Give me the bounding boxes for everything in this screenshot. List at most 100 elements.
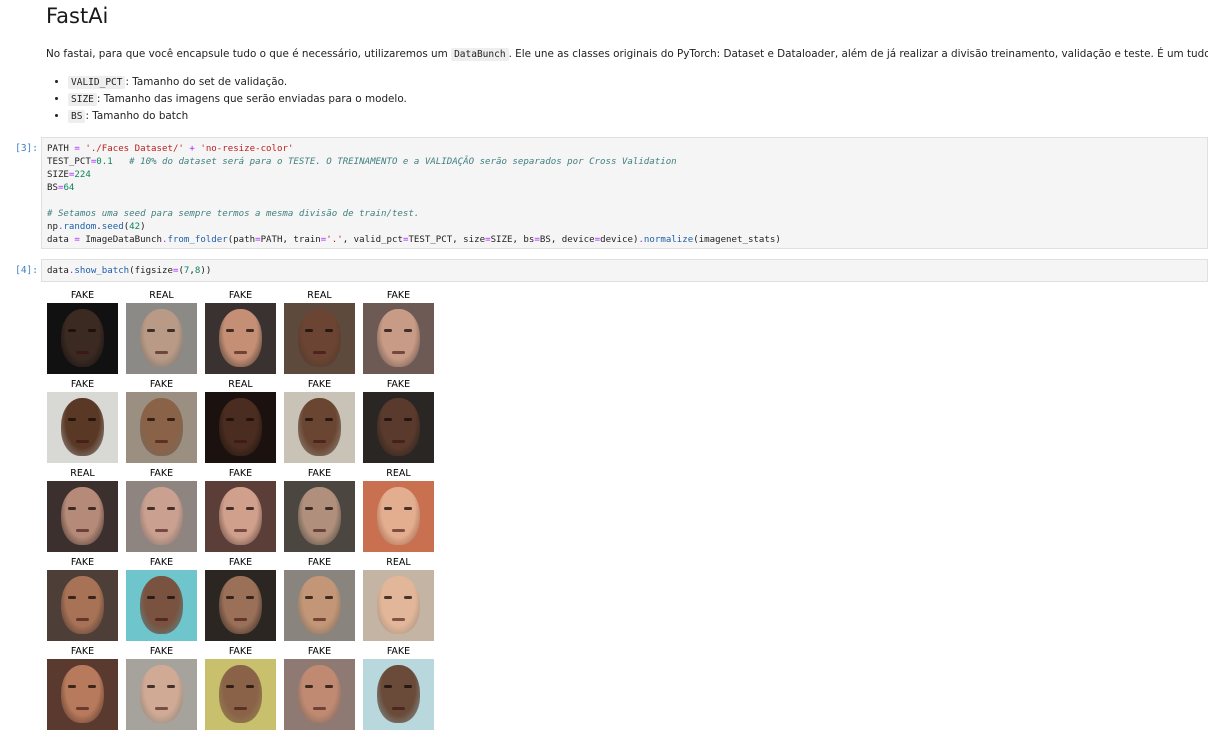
inline-code-databunch: DataBunch [451,48,509,61]
face-shape [219,309,262,367]
face-eye [305,329,313,332]
face-eye [325,507,333,510]
code-editor[interactable]: data.show_batch(figsize=(7,8)) [42,260,1207,278]
batch-image-label: REAL [386,468,411,479]
batch-image-label: FAKE [228,646,253,657]
batch-image-item: FAKE [363,378,434,467]
batch-image-label: REAL [70,468,95,479]
cell-prompt-3: [3]: [15,143,38,154]
code-editor[interactable]: PATH = './Faces Dataset/' + 'no-resize-c… [42,138,1207,247]
batch-image-item: REAL [205,378,276,467]
batch-image-item: FAKE [47,378,118,467]
face-shape [140,665,183,723]
markdown-paragraph: No fastai, para que você encapsule tudo … [46,47,1208,62]
face-eye [404,329,412,332]
code-token: (figsize [129,266,173,276]
batch-image-label: FAKE [228,290,253,301]
batch-image-item: FAKE [284,467,355,556]
face-image [284,481,355,552]
face-image [284,570,355,641]
face-eye [167,418,175,421]
face-image [126,303,197,374]
batch-image-item: FAKE [126,645,197,734]
face-mouth [76,529,89,532]
face-eye [384,329,392,332]
code-cell-4[interactable]: data.show_batch(figsize=(7,8)) [41,259,1208,282]
face-image [126,392,197,463]
face-mouth [392,440,405,443]
code-line: data.show_batch(figsize=(7,8)) [47,265,1207,278]
batch-image-label: FAKE [70,557,95,568]
face-eye [246,507,254,510]
batch-image-label: FAKE [386,379,411,390]
face-eye [167,596,175,599]
face-shape [219,576,262,634]
face-eye [226,596,234,599]
face-mouth [392,529,405,532]
face-eye [325,596,333,599]
face-eye [147,418,155,421]
batch-image-item: REAL [363,556,434,645]
face-shape [140,487,183,545]
face-eye [68,507,76,510]
face-mouth [76,351,89,354]
batch-image-label: FAKE [386,290,411,301]
face-eye [68,596,76,599]
code-line: PATH = './Faces Dataset/' + 'no-resize-c… [47,143,1207,156]
face-eye [404,507,412,510]
code-line: data = ImageDataBunch.from_folder(path=P… [47,234,1207,247]
code-cell-3[interactable]: PATH = './Faces Dataset/' + 'no-resize-c… [41,137,1208,249]
code-token: )) [200,266,212,276]
face-mouth [392,618,405,621]
face-image [47,303,118,374]
face-shape [298,576,341,634]
face-image [284,392,355,463]
face-eye [88,418,96,421]
face-eye [305,507,313,510]
parameter-list: VALID_PCT: Tamanho do set de validação. … [46,74,407,125]
face-shape [377,487,420,545]
code-token: PATH [47,144,75,154]
face-eye [147,507,155,510]
face-shape [219,398,262,456]
code-token: PATH, train [260,235,321,245]
face-mouth [76,707,89,710]
face-shape [377,576,420,634]
face-mouth [234,440,247,443]
face-shape [377,665,420,723]
face-image [47,392,118,463]
face-eye [384,418,392,421]
batch-image-label: REAL [307,290,332,301]
face-mouth [234,618,247,621]
face-eye [246,596,254,599]
face-eye [404,596,412,599]
batch-image-item: REAL [284,289,355,378]
face-eye [404,418,412,421]
face-shape [61,487,104,545]
batch-image-item: FAKE [126,556,197,645]
face-shape [140,309,183,367]
face-shape [298,309,341,367]
face-image [205,481,276,552]
code-token: from_folder [167,235,228,245]
batch-image-item: FAKE [205,556,276,645]
code-token: data [47,235,75,245]
parameter-item: BS: Tamanho do batch [68,108,407,125]
batch-image-label: FAKE [70,379,95,390]
batch-image-item: FAKE [47,289,118,378]
face-eye [147,596,155,599]
face-image [363,303,434,374]
batch-image-item: FAKE [126,378,197,467]
code-token: ImageDataBunch [79,235,162,245]
parameter-item: SIZE: Tamanho das imagens que serão envi… [68,91,407,108]
parameter-description: : Tamanho do batch [85,110,189,122]
code-token: 224 [74,170,91,180]
paragraph-text-before: No fastai, para que você encapsule tudo … [46,48,452,60]
batch-image-label: FAKE [307,646,332,657]
face-eye [226,507,234,510]
face-mouth [392,351,405,354]
batch-image-label: FAKE [149,557,174,568]
face-mouth [155,618,168,621]
face-mouth [392,707,405,710]
